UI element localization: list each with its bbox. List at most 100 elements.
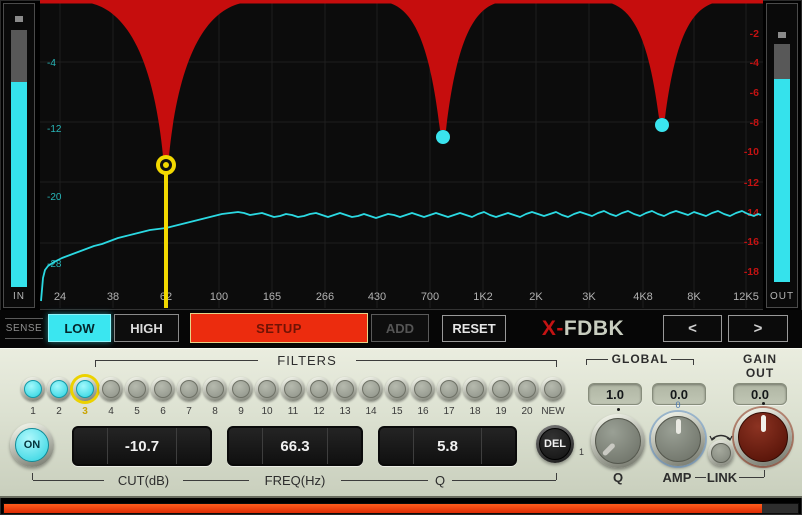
global-q-value[interactable]: 1.0: [589, 384, 641, 404]
filter-button-1[interactable]: [21, 377, 45, 401]
global-amp-knob[interactable]: [651, 412, 705, 466]
filter-button-7[interactable]: [177, 377, 201, 401]
spectrum-graph[interactable]: -4-12-20-28-2-4-6-8-10-12-14-16-18243862…: [40, 0, 763, 309]
input-meter-label: IN: [4, 291, 34, 302]
global-q-knob[interactable]: [591, 414, 645, 468]
filter-button-12[interactable]: [307, 377, 331, 401]
filter-button-6[interactable]: [151, 377, 175, 401]
freq-axis-tick: 1K2: [473, 291, 493, 303]
filter-button-19[interactable]: [489, 377, 513, 401]
output-level-meter: OUT: [766, 3, 798, 308]
freq-increment-zone[interactable]: [327, 428, 361, 464]
filter-number-4: 4: [99, 406, 123, 417]
freq-axis-tick: 8K: [687, 291, 701, 303]
x-fdbk-plugin-window: IN -4-12-20-28-2-4-6-8-10-12-14-16-18243…: [0, 0, 802, 515]
output-meter-headroom: [774, 44, 790, 79]
filter-handle[interactable]: [436, 130, 450, 144]
filter-button-9[interactable]: [229, 377, 253, 401]
filter-number-5: 5: [125, 406, 149, 417]
filter-button-8[interactable]: [203, 377, 227, 401]
filter-button-cap-4: [102, 380, 120, 398]
filter-button-17[interactable]: [437, 377, 461, 401]
right-axis-tick: -6: [750, 87, 759, 99]
spectrum-display[interactable]: -4-12-20-28-2-4-6-8-10-12-14-16-18243862…: [40, 0, 763, 310]
filter-button-13[interactable]: [333, 377, 357, 401]
right-axis-tick: -16: [744, 236, 759, 248]
cut-display[interactable]: -10.7: [72, 426, 212, 466]
progress-fill: [4, 504, 762, 513]
filter-button-20[interactable]: [515, 377, 539, 401]
filter-button-4[interactable]: [99, 377, 123, 401]
global-q-knob-pointer: [602, 443, 616, 457]
q-value[interactable]: 5.8: [414, 428, 481, 464]
filter-number-new: NEW: [541, 406, 565, 417]
filter-button-new[interactable]: [541, 377, 565, 401]
filter-button-15[interactable]: [385, 377, 409, 401]
filter-button-cap-12: [310, 380, 328, 398]
freq-label: FREQ(Hz): [249, 473, 341, 488]
delete-filter-button[interactable]: DEL: [536, 425, 574, 463]
sense-label: SENSE: [5, 318, 43, 339]
logo-suffix: FDBK: [564, 317, 624, 340]
filter-button-16[interactable]: [411, 377, 435, 401]
sense-high-button[interactable]: HIGH: [114, 314, 179, 342]
filter-button-5[interactable]: [125, 377, 149, 401]
filter-handle[interactable]: [655, 118, 669, 132]
filter-button-3[interactable]: [73, 377, 97, 401]
delete-filter-label: DEL: [539, 428, 571, 460]
filter-button-cap-1: [24, 380, 42, 398]
q-increment-zone[interactable]: [481, 428, 515, 464]
filter-button-2[interactable]: [47, 377, 71, 401]
freq-axis-tick: 4K8: [633, 291, 653, 303]
q-decrement-zone[interactable]: [380, 428, 414, 464]
filter-button-cap-15: [388, 380, 406, 398]
filter-button-14[interactable]: [359, 377, 383, 401]
gain-out-readout[interactable]: 0.0: [733, 383, 787, 405]
selected-filter-handle[interactable]: [156, 155, 176, 175]
filter-button-cap-11: [284, 380, 302, 398]
filter-on-button[interactable]: ON: [10, 423, 54, 467]
setup-button[interactable]: SETUP: [190, 313, 368, 343]
filter-number-10: 10: [255, 406, 279, 417]
global-legend: GLOBAL: [606, 352, 674, 366]
gain-out-legend: GAIN OUT: [728, 352, 792, 380]
global-q-readout[interactable]: 1.0: [588, 383, 642, 405]
gain-out-knob[interactable]: [734, 408, 792, 466]
right-axis-tick: -4: [750, 57, 759, 69]
freq-value[interactable]: 66.3: [263, 428, 327, 464]
next-filter-button[interactable]: >: [728, 315, 788, 342]
previous-filter-button[interactable]: <: [663, 315, 722, 342]
gain-out-value[interactable]: 0.0: [734, 384, 786, 404]
cut-increment-zone[interactable]: [176, 428, 210, 464]
freq-axis-tick: 3K: [582, 291, 596, 303]
filter-button-10[interactable]: [255, 377, 279, 401]
add-button[interactable]: ADD: [371, 314, 429, 342]
filter-button-cap-16: [414, 380, 432, 398]
filters-panel: FILTERS 1234567891011121314151617181920N…: [0, 348, 802, 498]
freq-axis-tick: 2K: [529, 291, 543, 303]
cut-label: CUT(dB): [104, 473, 183, 488]
filter-button-cap-8: [206, 380, 224, 398]
filter-number-15: 15: [385, 406, 409, 417]
filter-number-13: 13: [333, 406, 357, 417]
reset-button[interactable]: RESET: [442, 315, 506, 342]
input-level-meter: IN: [3, 3, 35, 308]
global-amp-zero-mark: 0: [671, 400, 685, 410]
filter-button-11[interactable]: [281, 377, 305, 401]
filter-button-cap-13: [336, 380, 354, 398]
filter-number-7: 7: [177, 406, 201, 417]
filter-button-18[interactable]: [463, 377, 487, 401]
filter-button-cap-19: [492, 380, 510, 398]
left-axis-tick: -20: [47, 192, 62, 203]
filter-number-14: 14: [359, 406, 383, 417]
freq-display[interactable]: 66.3: [227, 426, 363, 466]
freq-decrement-zone[interactable]: [229, 428, 263, 464]
freq-axis-tick: 100: [210, 291, 228, 303]
cut-decrement-zone[interactable]: [74, 428, 108, 464]
sense-low-button[interactable]: LOW: [48, 314, 111, 342]
link-button[interactable]: [708, 440, 734, 466]
filter-button-cap-7: [180, 380, 198, 398]
q-display[interactable]: 5.8: [378, 426, 517, 466]
cut-value[interactable]: -10.7: [108, 428, 176, 464]
global-legend-line-left: [586, 359, 608, 360]
